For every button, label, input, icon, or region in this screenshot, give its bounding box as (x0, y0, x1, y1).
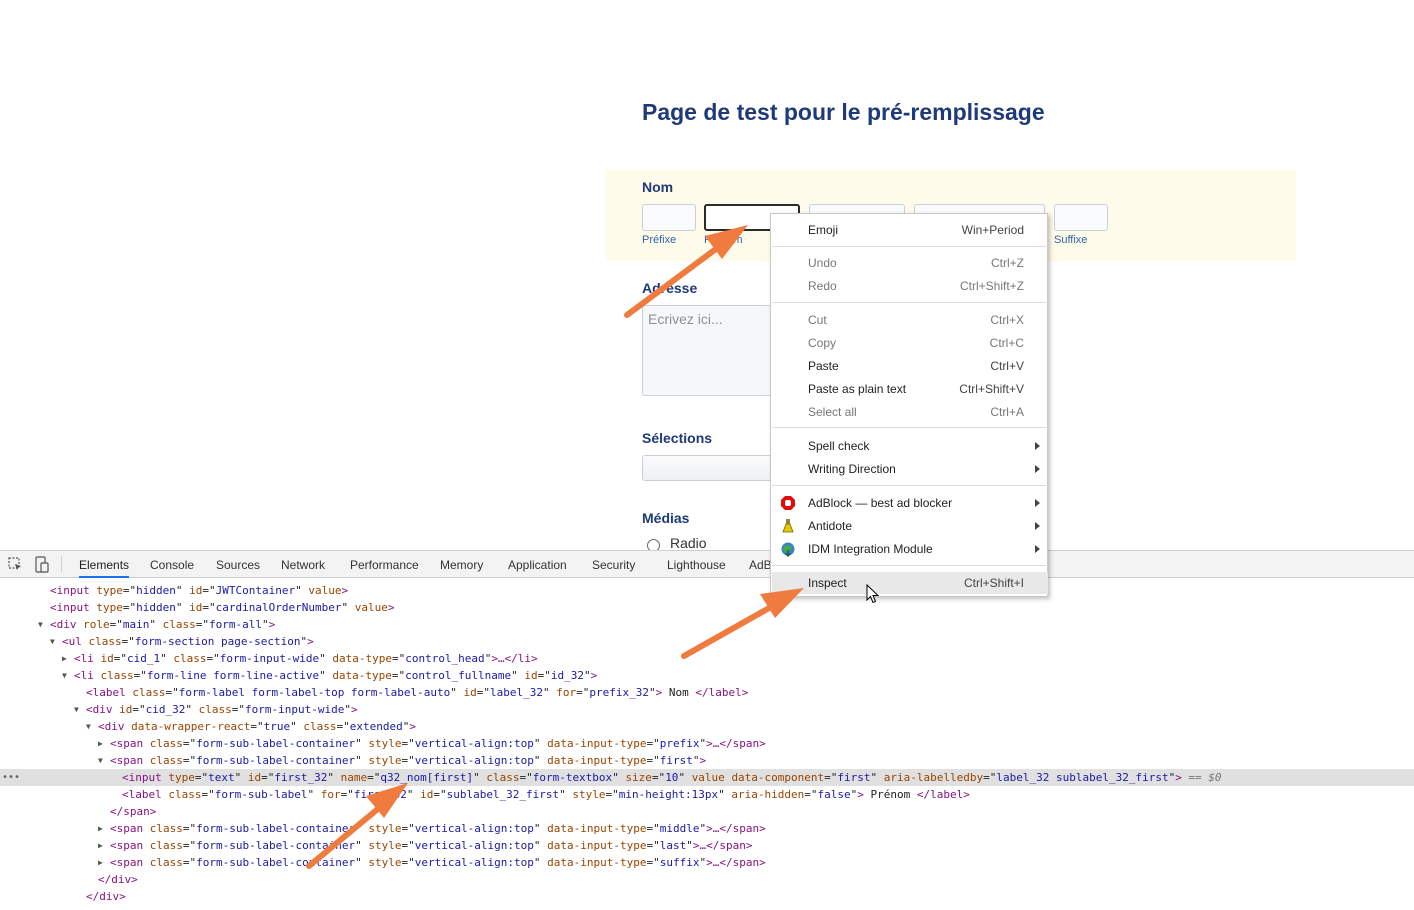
tab-adblock[interactable]: AdB (749, 551, 772, 578)
collapse-triangle-icon: ▶ (98, 841, 103, 850)
dom-node-line[interactable]: ▼ <div id="cid_32" class="form-input-wide… (0, 701, 1414, 718)
menu-separator (772, 427, 1048, 428)
page-title: Page de test pour le pré-remplissage (642, 99, 1045, 125)
menu-item-select-all[interactable]: Select all Ctrl+A (772, 401, 1048, 423)
tab-lighthouse[interactable]: Lighthouse (667, 551, 726, 578)
tab-application[interactable]: Application (508, 551, 567, 578)
collapse-triangle-icon: ▶ (98, 739, 103, 748)
devtools-toolbar: Elements Console Sources Network Perform… (0, 550, 1414, 578)
menu-item-redo[interactable]: Redo Ctrl+Shift+Z (772, 275, 1048, 297)
expand-triangle-icon: ▼ (50, 637, 55, 646)
elements-panel: <input type="hidden" id="JWTContainer" v… (0, 579, 1414, 910)
dom-node-line[interactable]: ▼ <li class="form-line form-line-active" … (0, 667, 1414, 684)
submenu-arrow-icon (1035, 465, 1040, 473)
submenu-arrow-icon (1035, 522, 1040, 530)
menu-item-copy[interactable]: Copy Ctrl+C (772, 332, 1048, 354)
menu-item-inspect[interactable]: Inspect Ctrl+Shift+I (772, 572, 1048, 594)
dom-node-line[interactable]: <input type="hidden" id="JWTContainer" v… (0, 582, 1414, 599)
expand-triangle-icon: ▼ (62, 671, 67, 680)
dom-node-line[interactable]: <label class="form-label form-label-top … (0, 684, 1414, 701)
expand-triangle-icon: ▼ (86, 722, 91, 731)
dom-node-line-selected[interactable]: ••• <input type="text" id="first_32" name… (0, 769, 1414, 786)
dom-node-line[interactable]: ▶ <span class="form-sub-label-container" … (0, 735, 1414, 752)
dom-node-line[interactable]: </span> (0, 803, 1414, 820)
collapse-triangle-icon: ▶ (62, 654, 67, 663)
collapse-triangle-icon: ▶ (98, 824, 103, 833)
prefix-sublabel: Préfixe (642, 234, 677, 246)
toolbar-divider (61, 556, 62, 572)
menu-item-undo[interactable]: Undo Ctrl+Z (772, 252, 1048, 274)
menu-separator (772, 302, 1048, 303)
submenu-arrow-icon (1035, 442, 1040, 450)
submenu-arrow-icon (1035, 545, 1040, 553)
menu-separator (772, 246, 1048, 247)
menu-item-writing-direction[interactable]: Writing Direction (772, 458, 1048, 480)
dom-node-line[interactable]: ▼ <ul class="form-section page-section"> (0, 633, 1414, 650)
menu-separator (772, 485, 1048, 486)
menu-separator (772, 565, 1048, 566)
nom-label: Nom (642, 179, 674, 195)
first-name-sublabel: Prénom (704, 234, 743, 246)
dom-node-line[interactable]: ▶ <li id="cid_1" class="form-input-wide" … (0, 650, 1414, 667)
suffix-sublabel: Suffixe (1054, 234, 1088, 246)
tab-network[interactable]: Network (281, 551, 325, 578)
idm-globe-icon (781, 542, 795, 557)
menu-item-adblock[interactable]: AdBlock — best ad blocker (772, 492, 1048, 514)
tab-sources[interactable]: Sources (216, 551, 260, 578)
medias-label: Médias (642, 510, 690, 526)
submenu-arrow-icon (1035, 499, 1040, 507)
adblock-icon (781, 496, 795, 510)
suffix-input[interactable] (1054, 204, 1108, 231)
selections-label: Sélections (642, 430, 713, 446)
tab-memory[interactable]: Memory (440, 551, 483, 578)
context-menu: Emoji Win+Period Undo Ctrl+Z Redo Ctrl+S… (770, 213, 1048, 597)
menu-item-paste[interactable]: Paste Ctrl+V (772, 355, 1048, 377)
prefix-input[interactable] (642, 204, 696, 231)
expand-triangle-icon: ▼ (74, 705, 79, 714)
device-toolbar-icon[interactable] (35, 556, 49, 573)
menu-item-idm[interactable]: IDM Integration Module (772, 538, 1048, 560)
menu-item-emoji[interactable]: Emoji Win+Period (772, 219, 1048, 241)
address-label: Adresse (642, 280, 698, 296)
dom-node-line[interactable]: <label class="form-sub-label" for="first… (0, 786, 1414, 803)
antidote-flask-icon (782, 519, 794, 533)
radio-label: Radio (670, 535, 707, 551)
dom-node-line[interactable]: ▼ <div role="main" class="form-all"> (0, 616, 1414, 633)
expand-triangle-icon: ▼ (98, 756, 103, 765)
dom-node-line[interactable]: ▼ <div data-wrapper-react="true" class="e… (0, 718, 1414, 735)
menu-item-cut[interactable]: Cut Ctrl+X (772, 309, 1048, 331)
dom-node-line[interactable]: ▶ <span class="form-sub-label-container" … (0, 854, 1414, 871)
inspect-element-icon[interactable] (8, 557, 23, 572)
tab-security[interactable]: Security (592, 551, 635, 578)
menu-item-antidote[interactable]: Antidote (772, 515, 1048, 537)
node-actions-icon: ••• (2, 772, 21, 783)
expand-triangle-icon: ▼ (38, 620, 43, 629)
tab-performance[interactable]: Performance (350, 551, 419, 578)
dom-node-line[interactable]: </div> (0, 888, 1414, 905)
collapse-triangle-icon: ▶ (98, 858, 103, 867)
dom-node-line[interactable]: ▶ <span class="form-sub-label-container" … (0, 837, 1414, 854)
dom-node-line[interactable]: ▶ <span class="form-sub-label-container" … (0, 820, 1414, 837)
mouse-cursor-icon (866, 584, 880, 604)
selections-dropdown[interactable] (642, 455, 777, 481)
dom-node-line[interactable]: </div> (0, 871, 1414, 888)
dom-node-line[interactable]: <input type="hidden" id="cardinalOrderNu… (0, 599, 1414, 616)
tab-console[interactable]: Console (150, 551, 194, 578)
address-textarea[interactable]: Ecrivez ici... (642, 305, 777, 396)
menu-item-spell-check[interactable]: Spell check (772, 435, 1048, 457)
dom-node-line[interactable]: ▼ <span class="form-sub-label-container" … (0, 752, 1414, 769)
tab-elements[interactable]: Elements (79, 551, 130, 578)
menu-item-paste-plain[interactable]: Paste as plain text Ctrl+Shift+V (772, 378, 1048, 400)
